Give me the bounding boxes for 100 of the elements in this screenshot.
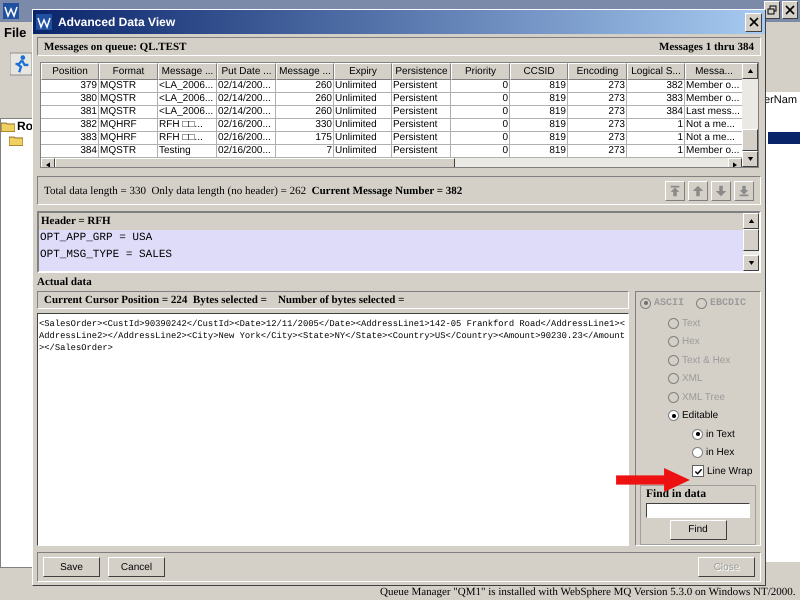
scroll-up-icon [746, 69, 754, 73]
table-cell: 273 [568, 145, 627, 157]
table-cell: 819 [510, 132, 568, 144]
column-header[interactable]: Position [41, 63, 99, 80]
table-cell: 1 [627, 145, 685, 157]
vertical-scrollbar[interactable] [742, 63, 758, 167]
restore-button[interactable] [764, 1, 780, 19]
table-cell: 381 [41, 106, 99, 118]
table-cell: Persistent [392, 132, 451, 144]
table-cell: MQSTR [99, 93, 158, 105]
table-cell: MQSTR [99, 106, 158, 118]
menu-item[interactable]: File [4, 25, 26, 40]
app-icon [36, 14, 52, 30]
table-cell: Persistent [392, 106, 451, 118]
table-cell: 175 [276, 132, 334, 144]
table-cell: Persistent [392, 80, 451, 92]
find-label: Find in data [646, 488, 706, 500]
edit-mode-radio[interactable]: in Text [692, 425, 735, 444]
last-message-button[interactable] [734, 180, 754, 200]
folder-icon [1, 120, 15, 132]
column-header[interactable]: CCSID [510, 63, 568, 80]
check-icon [694, 466, 702, 476]
arrow-icon [691, 184, 705, 198]
column-header[interactable]: Encoding [568, 63, 627, 80]
column-header[interactable]: Expiry [334, 63, 392, 80]
table-cell: 260 [276, 80, 334, 92]
table-cell: MQHRF [99, 132, 158, 144]
first-message-button[interactable] [665, 180, 685, 200]
column-header[interactable]: Message ... [276, 63, 334, 80]
scroll-down-icon [746, 157, 754, 161]
table-cell: 379 [41, 80, 99, 92]
column-header[interactable]: Format [99, 63, 158, 80]
table-cell: RFH □□... [158, 119, 217, 131]
table-cell: 384 [627, 106, 685, 118]
close-icon [748, 17, 758, 27]
table-cell: 383 [41, 132, 99, 144]
table-cell: 260 [276, 106, 334, 118]
next-message-button[interactable] [711, 180, 731, 200]
table-cell: Unlimited [334, 132, 392, 144]
close-button[interactable] [782, 1, 798, 19]
scroll-down-icon [748, 261, 754, 265]
table-cell: <LA_2006... [158, 80, 217, 92]
table-cell: 0 [451, 132, 510, 144]
table-cell: 273 [568, 93, 627, 105]
table-cell: 330 [276, 119, 334, 131]
table-cell: 0 [451, 80, 510, 92]
dialog-button[interactable]: Cancel [108, 557, 165, 577]
table-cell: 02/14/200... [217, 80, 276, 92]
message-range: Messages 1 thru 384 [658, 40, 754, 52]
table-cell: Unlimited [334, 119, 392, 131]
queue-label: Messages on queue: QL.TEST [44, 40, 186, 52]
table-cell: MQHRF [99, 119, 158, 131]
table-cell: 0 [451, 106, 510, 118]
app-icon [3, 3, 19, 19]
scroll-up-icon [748, 219, 754, 223]
header-line: OPT_APP_GRP = USA [39, 231, 154, 246]
table-cell: 384 [41, 145, 99, 157]
table-cell: 382 [627, 80, 685, 92]
table-cell: 02/16/200... [217, 119, 276, 131]
arrow-icon [737, 184, 751, 198]
previous-message-button[interactable] [688, 180, 708, 200]
column-header[interactable]: Persistence [392, 63, 451, 80]
table-cell: 02/16/200... [217, 145, 276, 157]
tree-item[interactable]: Ro [17, 119, 33, 133]
table-cell: 0 [451, 119, 510, 131]
arrow-icon [668, 184, 682, 198]
dialog-button[interactable]: Save [43, 557, 100, 577]
table-cell: Unlimited [334, 106, 392, 118]
column-header[interactable]: Logical S... [627, 63, 685, 80]
runner-icon[interactable] [10, 52, 32, 76]
find-button[interactable]: Find [670, 520, 726, 540]
column-header[interactable]: Put Date ... [217, 63, 276, 80]
close-icon [785, 5, 795, 15]
table-cell: <LA_2006... [158, 106, 217, 118]
status-text: Queue Manager "QM1" is installed with WebSphere MQ Version 5.3.0 on Windows NT/2000. [380, 586, 796, 598]
table-cell: RFH □□... [158, 132, 217, 144]
table-cell: 819 [510, 80, 568, 92]
table-cell: 819 [510, 106, 568, 118]
table-cell: 02/16/200... [217, 132, 276, 144]
edit-mode-radio[interactable]: in Hex [692, 444, 734, 462]
table-cell: 260 [276, 93, 334, 105]
line-wrap-checkbox[interactable]: Line Wrap [692, 462, 752, 480]
scroll-thumb[interactable] [743, 229, 759, 251]
folder-icon [9, 134, 23, 146]
table-cell: 1 [627, 132, 685, 144]
find-field[interactable] [646, 502, 750, 518]
table-cell: Persistent [392, 119, 451, 131]
vertical-scrollbar[interactable] [743, 213, 759, 271]
column-header[interactable]: Message ... [158, 63, 217, 80]
table-cell: 1 [627, 119, 685, 131]
close-button[interactable] [745, 12, 762, 32]
data-text-area[interactable]: <SalesOrder><CustId>90390242</CustId><Date>12/11/2005</Date><AddressLine1>142-05 Frankford Road</AddressLine1><AddressLine2></AddressLine2><City>New York</City><State>NY</State><Country>US</Country><Amount>90230.23</Amount></SalesOrder> [37, 313, 629, 546]
scroll-thumb[interactable] [742, 129, 758, 151]
header-line: OPT_MSG_TYPE = SALES [39, 248, 174, 263]
column-header[interactable]: Priority [451, 63, 510, 80]
scroll-left-icon [46, 162, 50, 167]
cursor-info: Current Cursor Position = 224 Bytes selected = Number of bytes selected = [44, 294, 404, 306]
view-mode-radio[interactable]: Editable [668, 406, 718, 425]
table-cell: 02/14/200... [217, 106, 276, 118]
table-cell: MQSTR [99, 145, 158, 157]
